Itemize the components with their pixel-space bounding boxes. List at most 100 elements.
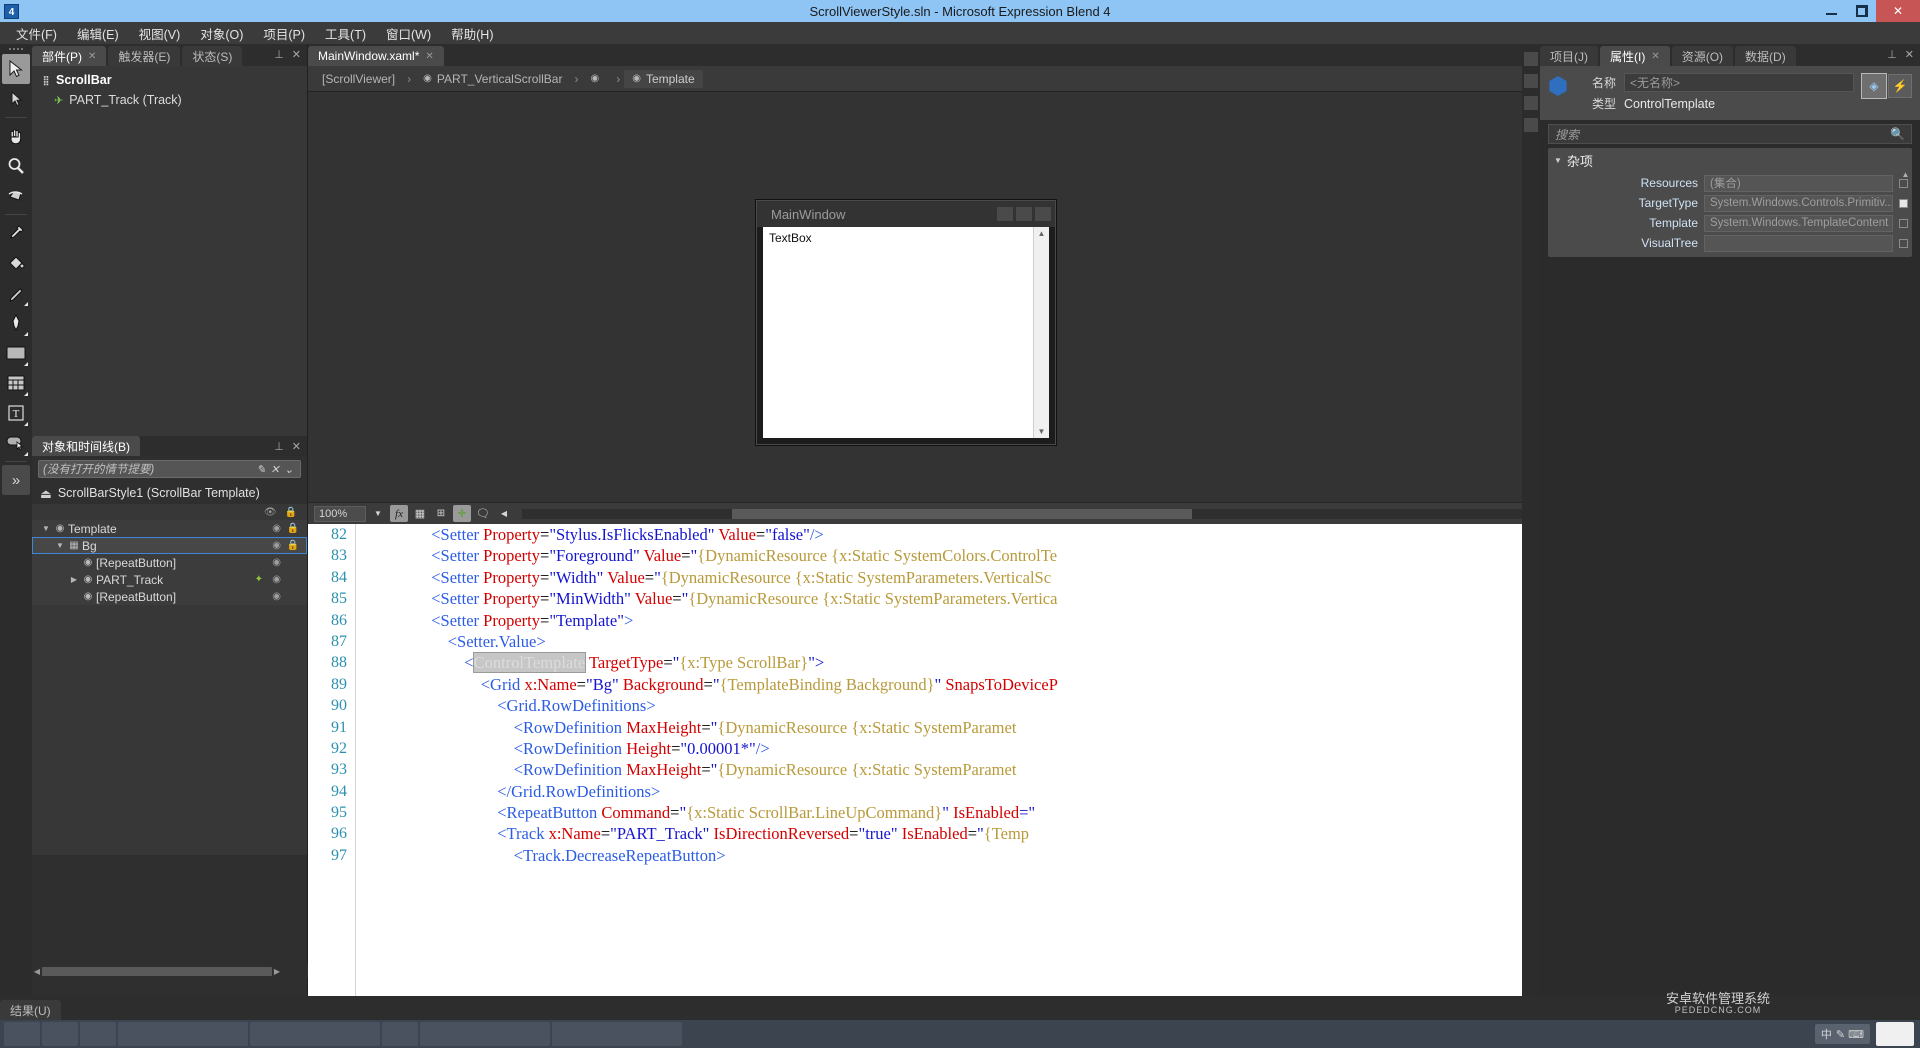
breadcrumb-item-3[interactable]: ◉ Template [624,69,703,88]
object-tree-row[interactable]: ◉ [RepeatButton] ◉ [32,588,307,605]
rail-icon-chevron[interactable] [1524,74,1538,88]
code-line[interactable]: <RowDefinition MaxHeight="{DynamicResour… [357,717,1526,738]
object-tree-row[interactable]: ▶ ◉ PART_Track ✦ ◉ [32,571,307,588]
code-line[interactable]: <Setter.Value> [357,631,1526,652]
tool-strip-grip[interactable] [0,44,32,54]
grid-tool[interactable] [2,368,30,398]
scroll-down-icon[interactable]: ▼ [1038,427,1046,436]
pen-tool[interactable] [2,308,30,338]
pin-icon[interactable]: ⊥ [274,440,284,453]
misc-group-header[interactable]: ▼ 杂项 [1548,148,1912,173]
template-root-row[interactable]: ⏏ ScrollBarStyle1 (ScrollBar Template) [32,482,307,504]
close-icon[interactable]: ✕ [292,440,301,453]
zoom-dropdown-button[interactable]: ▼ [369,505,387,522]
tab-2[interactable]: 状态(S) [182,46,243,66]
properties-tab-3[interactable]: 数据(D) [1735,46,1796,66]
scroll-left-icon[interactable]: ◀ [32,967,42,976]
xaml-code-editor[interactable]: 82 83 84 85 86 87 88 89 90 91 92 93 94 95 96 97 <Setter… [308,524,1540,1004]
more-tools-button[interactable]: » [2,465,30,495]
code-line[interactable]: <RepeatButton Command =" {x:Static ScrollB… [357,802,1526,823]
event-handlers-button[interactable]: ⚡ [1888,74,1912,98]
new-storyboard-icon[interactable]: ✎ [254,463,268,476]
tool-flyout-icon[interactable] [24,302,28,306]
close-icon[interactable]: ✕ [88,51,96,62]
tab-mainwindow-xaml[interactable]: MainWindow.xaml* ✕ [308,46,444,66]
menu-item-6[interactable]: 窗口(W) [376,22,441,45]
breadcrumb-item-0[interactable]: [ScrollViewer] [314,70,403,88]
search-icon[interactable]: 🔍 [1890,127,1905,141]
property-row[interactable]: Resources (集合) [1548,173,1912,193]
brush-tool[interactable] [2,278,30,308]
close-icon[interactable]: ✕ [292,48,301,61]
category-view-button[interactable]: ◈ [1861,73,1887,99]
taskbar-start-button[interactable] [4,1022,40,1046]
storyboard-picker[interactable]: (没有打开的情节提要) ✎ ✕ ⌄ [38,460,301,478]
code-line[interactable]: <Track x:Name="PART_Track" IsDirectionRe… [357,823,1526,844]
tray-logo-icon[interactable] [1876,1022,1914,1046]
tool-flyout-icon[interactable] [24,392,28,396]
lock-icon[interactable]: 🔒 [287,523,299,534]
artboard[interactable]: MainWindow TextBox ▲ ▼ ▲ ▼ [308,92,1540,502]
effects-button[interactable]: fx [390,505,408,522]
property-row[interactable]: VisualTree [1548,233,1912,253]
direct-selection-tool[interactable] [2,84,30,114]
menu-item-3[interactable]: 对象(O) [190,22,253,45]
properties-tab-0[interactable]: 项目(J) [1540,46,1598,66]
close-storyboard-icon[interactable]: ✕ [268,463,282,476]
parts-tree-row[interactable]: ✈ PART_Track (Track) [32,90,307,110]
preview-textbox[interactable]: TextBox ▲ ▼ [763,227,1049,438]
menu-item-7[interactable]: 帮助(H) [441,22,503,45]
code-line[interactable]: </Grid.RowDefinitions> [357,781,1526,802]
eye-icon[interactable]: ◉ [272,591,281,602]
rail-icon-resources[interactable] [1524,118,1538,132]
expander-icon[interactable]: ▼ [54,541,66,550]
menu-item-1[interactable]: 编辑(E) [67,22,129,45]
property-row[interactable]: TargetType System.Windows.Controls.Primit… [1548,193,1912,213]
eye-icon[interactable]: ◉ [272,540,281,551]
code-line[interactable]: <Track.DecreaseRepeatButton> [357,845,1526,866]
selection-tool[interactable] [2,54,30,84]
scrollbar-thumb[interactable] [42,966,272,976]
taskbar-item[interactable] [80,1022,116,1046]
property-value-field[interactable]: System.Windows.TemplateContent [1704,214,1893,232]
code-line[interactable]: <Setter Property="Template"> [357,610,1526,631]
tool-flyout-icon[interactable] [24,452,28,456]
menu-item-4[interactable]: 项目(P) [253,22,315,45]
objects-panel-hscrollbar[interactable]: ◀ ▶ [32,964,308,978]
expander-icon[interactable]: ▼ [40,524,52,533]
show-grid-button[interactable]: ▦ [411,505,429,522]
rail-icon-assets[interactable] [1524,52,1538,66]
breadcrumb-item-2[interactable]: ◉ [582,71,612,86]
tab-0[interactable]: 部件(P) ✕ [32,46,107,66]
code-line[interactable]: <RowDefinition Height="0.00001*"/> [357,738,1526,759]
preview-vertical-scrollbar[interactable]: ▲ ▼ [1033,227,1049,438]
pan-tool[interactable] [2,121,30,151]
close-icon[interactable]: ✕ [1651,51,1659,62]
code-line[interactable]: <ControlTemplate TargetType="{x:Type Scr… [357,652,1526,674]
text-tool[interactable]: T [2,398,30,428]
eye-icon[interactable]: ◉ [272,523,281,534]
tab-1[interactable]: 触发器(E) [108,46,181,66]
code-line[interactable]: <Grid.RowDefinitions> [357,695,1526,716]
property-row[interactable]: Template System.Windows.TemplateContent [1548,213,1912,233]
object-tree-row[interactable]: ▼ ◉ Template ◉ 🔒 [32,520,307,537]
property-search-input[interactable]: 搜索 🔍 [1548,124,1912,144]
code-line[interactable]: <RowDefinition MaxHeight="{DynamicResour… [357,759,1526,780]
object-tree-row[interactable]: ▼ ▦ Bg ◉ 🔒 [32,537,307,554]
rail-icon-properties[interactable] [1524,96,1538,110]
pin-icon[interactable]: ⊥ [1887,48,1897,61]
zoom-level-input[interactable]: 100% [314,505,366,522]
tab-results[interactable]: 结果(U) [0,1000,61,1020]
pin-icon[interactable]: ⊥ [274,48,284,61]
taskbar-item[interactable] [250,1022,380,1046]
parts-tree-row[interactable]: ⣿ ScrollBar [32,70,307,90]
taskbar-item[interactable] [42,1022,78,1046]
taskbar-item[interactable] [118,1022,248,1046]
scroll-right-icon[interactable]: ▶ [272,967,282,976]
property-value-field[interactable]: System.Windows.Controls.Primitiv... [1704,194,1893,212]
zoom-tool[interactable] [2,151,30,181]
properties-tab-1[interactable]: 属性(I) ✕ [1600,46,1670,66]
scroll-up-icon[interactable]: ▲ [1901,170,1910,179]
code-line[interactable]: <Setter Property="Width" Value="{Dynamic… [357,567,1526,588]
menu-item-2[interactable]: 视图(V) [129,22,191,45]
